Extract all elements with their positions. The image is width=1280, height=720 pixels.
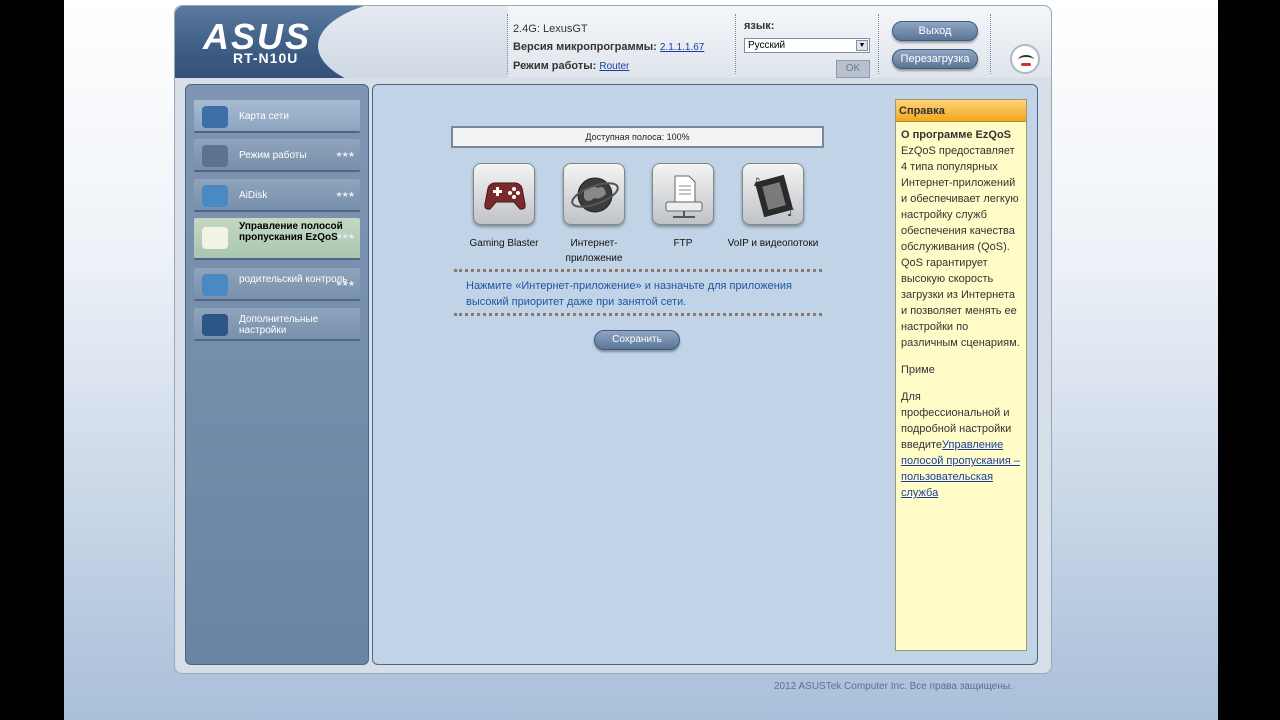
divider	[454, 269, 822, 272]
hint-text: Нажмите «Интернет-приложение» и назначьт…	[466, 280, 792, 308]
parental-control-icon	[202, 274, 228, 296]
language-ok-button[interactable]: OK	[836, 60, 870, 78]
sidebar-item-label: Карта сети	[239, 111, 289, 122]
logo-swoosh	[318, 6, 508, 78]
mascot-mouth	[1021, 63, 1031, 66]
mascot-icon	[1010, 44, 1040, 74]
star-icon: ★★★	[335, 279, 354, 288]
language-select[interactable]: Русский ▼	[744, 38, 870, 53]
operation-mode-icon	[202, 145, 228, 167]
reboot-button[interactable]: Перезагрузка	[892, 49, 978, 69]
language-selected: Русский	[748, 40, 786, 51]
sidebar-item-advanced-settings[interactable]: Дополнительные настройки	[194, 308, 360, 341]
app-label: FTP	[673, 238, 693, 249]
copyright: 2012 ASUSTek Computer Inc. Все права защ…	[774, 681, 1013, 692]
aidisk-icon	[202, 185, 228, 207]
app-internet[interactable]: Интернет-приложение	[544, 163, 644, 266]
sidebar-item-operation-mode[interactable]: Режим работы ★★★	[194, 139, 360, 172]
logout-button[interactable]: Выход	[892, 21, 978, 41]
star-icon: ★★★	[335, 190, 354, 199]
sidebar-item-parental-control[interactable]: родительский контроль ★★★	[194, 268, 360, 301]
star-icon: ★★★	[335, 232, 354, 241]
svg-text:♪: ♪	[753, 175, 761, 189]
header-divider	[735, 14, 736, 74]
help-body: О программе EzQoS EzQoS предоставляет 4 т…	[896, 122, 1026, 501]
svg-text:♪: ♪	[787, 205, 795, 219]
globe-icon[interactable]	[563, 163, 625, 225]
mode-link[interactable]: Router	[599, 61, 629, 72]
language-block: язык: Русский ▼ OK	[744, 20, 870, 78]
ssid-label: 2.4G:	[513, 23, 540, 35]
help-heading: Справка	[896, 100, 1026, 122]
sidebar: Карта сети Режим работы ★★★ AiDisk ★★★ У…	[185, 84, 369, 665]
film-icon[interactable]: ♪ ♪	[742, 163, 804, 225]
app-gaming-blaster[interactable]: Gaming Blaster	[454, 163, 554, 251]
logo-area: ASUS RT-N10U	[175, 6, 508, 78]
network-map-icon	[202, 106, 228, 128]
bandwidth-bar: Доступная полоса: 100%	[451, 126, 824, 148]
chevron-down-icon[interactable]: ▼	[856, 40, 868, 51]
firmware-label: Версия микропрограммы:	[513, 41, 657, 53]
app-voip-video[interactable]: ♪ ♪ VoIP и видеопотоки	[723, 163, 823, 251]
model-name: RT-N10U	[233, 50, 299, 66]
header: ASUS RT-N10U 2.4G: LexusGT Версия микроп…	[175, 6, 1051, 78]
save-button[interactable]: Сохранить	[594, 330, 680, 350]
divider	[454, 313, 822, 316]
gamepad-icon[interactable]	[473, 163, 535, 225]
help-panel: Справка О программе EzQoS EzQoS предостав…	[895, 99, 1027, 651]
app-label: Интернет-приложение	[565, 238, 623, 264]
router-frame: ASUS RT-N10U 2.4G: LexusGT Версия микроп…	[174, 5, 1052, 674]
help-title: О программе EzQoS	[901, 129, 1012, 141]
main-content: Доступная полоса: 100% Gaming Blaster Ин…	[372, 84, 1038, 665]
header-divider	[878, 14, 879, 74]
star-icon: ★★★	[335, 150, 354, 159]
sidebar-item-aidisk[interactable]: AiDisk ★★★	[194, 179, 360, 212]
bandwidth-icon	[202, 227, 228, 249]
router-info: 2.4G: LexusGT Версия микропрограммы: 2.1…	[513, 20, 704, 76]
mode-label: Режим работы:	[513, 60, 597, 72]
header-divider	[507, 14, 508, 74]
sidebar-item-ezqos[interactable]: Управление полосой пропускания EzQoS ★★★	[194, 218, 360, 260]
app-label: Gaming Blaster	[469, 238, 539, 249]
sidebar-item-label: Дополнительные настройки	[239, 314, 319, 336]
ssid-value: LexusGT	[542, 23, 588, 35]
language-label: язык:	[744, 20, 775, 32]
app-ftp[interactable]: FTP	[633, 163, 733, 251]
browser-viewport: ASUS RT-N10U 2.4G: LexusGT Версия микроп…	[64, 0, 1218, 720]
ftp-icon[interactable]	[652, 163, 714, 225]
firmware-link[interactable]: 2.1.1.1.67	[660, 42, 704, 53]
advanced-settings-icon	[202, 314, 228, 336]
header-divider	[990, 14, 991, 74]
help-paragraph: Приме	[901, 364, 935, 376]
sidebar-item-network-map[interactable]: Карта сети	[194, 100, 360, 133]
help-paragraph: EzQoS предоставляет 4 типа популярных Ин…	[901, 145, 1020, 349]
app-label: VoIP и видеопотоки	[727, 238, 819, 249]
